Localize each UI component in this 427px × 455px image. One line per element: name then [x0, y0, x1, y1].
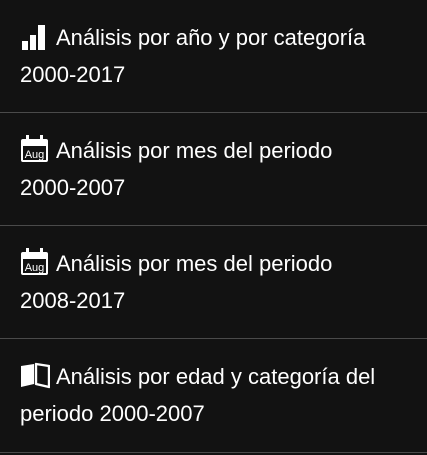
bar-chart-icon: [20, 22, 50, 50]
menu-item-period: 2000-2017: [20, 62, 126, 87]
menu-item-title: Análisis por edad y categoría del: [20, 358, 407, 395]
analysis-menu: Análisis por año y por categoría 2000-20…: [0, 0, 427, 453]
menu-item-period: 2008-2017: [20, 288, 126, 313]
calendar-icon-label: Aug: [25, 149, 45, 161]
calendar-icon-label: Aug: [25, 262, 45, 274]
calendar-icon: Aug: [20, 135, 50, 163]
menu-item-title: Análisis por año y por categoría: [20, 19, 407, 56]
menu-item-title: Aug Análisis por mes del periodo: [20, 245, 407, 282]
menu-item-label: Análisis por mes del periodo: [56, 138, 333, 163]
menu-item-age-category[interactable]: Análisis por edad y categoría del period…: [0, 339, 427, 453]
menu-item-label: Análisis por mes del periodo: [56, 251, 333, 276]
menu-item-month-2000-2007[interactable]: Aug Análisis por mes del periodo 2000-20…: [0, 113, 427, 226]
menu-item-title: Aug Análisis por mes del periodo: [20, 132, 407, 169]
menu-item-month-2008-2017[interactable]: Aug Análisis por mes del periodo 2008-20…: [0, 226, 427, 339]
menu-item-period: 2000-2007: [20, 175, 126, 200]
menu-item-year-category[interactable]: Análisis por año y por categoría 2000-20…: [0, 0, 427, 113]
calendar-icon: Aug: [20, 248, 50, 276]
book-icon: [20, 361, 50, 389]
menu-item-period: periodo 2000-2007: [20, 401, 205, 426]
menu-item-label: Análisis por edad y categoría del: [56, 364, 376, 389]
menu-item-label: Análisis por año y por categoría: [56, 25, 366, 50]
